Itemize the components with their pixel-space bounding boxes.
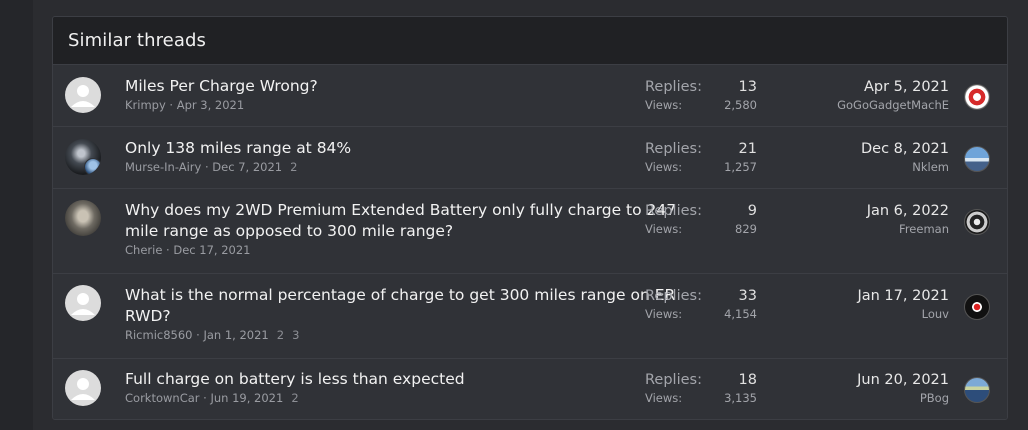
badge-avatar-icon: [84, 158, 101, 175]
thread-stats: Replies: 18 Views: 3,135: [645, 370, 757, 406]
thread-meta: Ricmic8560 · Jan 1, 2021 2 3: [125, 328, 300, 342]
last-post-user[interactable]: Nklem: [861, 159, 949, 175]
photo-avatar-icon[interactable]: [65, 200, 101, 236]
replies-count: 13: [738, 79, 757, 95]
replies-label: Replies:: [645, 79, 702, 95]
thread-title-link[interactable]: Miles Per Charge Wrong?: [125, 76, 707, 97]
car-photo-avatar-icon[interactable]: [964, 209, 990, 235]
views-count: 829: [735, 222, 757, 236]
thread-author[interactable]: Murse-In-Airy: [125, 160, 201, 174]
thread-start-date[interactable]: Dec 17, 2021: [173, 243, 250, 257]
thread-author[interactable]: Krimpy: [125, 98, 166, 112]
dark-logo-avatar-icon[interactable]: [964, 294, 990, 320]
thread-meta: CorktownCar · Jun 19, 2021 2: [125, 391, 299, 405]
thread-start-date[interactable]: Jun 19, 2021: [210, 391, 283, 405]
replies-count: 33: [738, 288, 757, 304]
page-link[interactable]: 2: [291, 391, 298, 405]
last-post-date[interactable]: Dec 8, 2021: [861, 139, 949, 159]
replies-label: Replies:: [645, 141, 702, 157]
thread-title-link[interactable]: Why does my 2WD Premium Extended Battery…: [125, 200, 707, 242]
last-post-user[interactable]: PBog: [857, 390, 949, 406]
photo-avatar-icon[interactable]: [65, 139, 101, 175]
last-post-user[interactable]: Freeman: [867, 221, 949, 237]
thread-author[interactable]: Cherie: [125, 243, 162, 257]
section-title: Similar threads: [53, 17, 1007, 65]
last-post-info: Jan 17, 2021 Louv: [857, 286, 949, 322]
replies-count: 9: [747, 203, 757, 219]
views-label: Views:: [645, 160, 683, 174]
views-count: 3,135: [724, 391, 757, 405]
similar-threads-block: Similar threads Miles Per Charge Wrong? …: [52, 16, 1008, 420]
replies-label: Replies:: [645, 372, 702, 388]
page-link[interactable]: 3: [292, 328, 299, 342]
views-label: Views:: [645, 391, 683, 405]
views-count: 4,154: [724, 307, 757, 321]
thread-author[interactable]: Ricmic8560: [125, 328, 193, 342]
earth-photo-avatar-icon[interactable]: [964, 377, 990, 403]
last-post-date[interactable]: Apr 5, 2021: [837, 77, 949, 97]
views-label: Views:: [645, 222, 683, 236]
default-avatar-icon[interactable]: [65, 370, 101, 406]
page-link[interactable]: 2: [290, 160, 297, 174]
thread-meta: Cherie · Dec 17, 2021: [125, 243, 251, 257]
thread-start-date[interactable]: Jan 1, 2021: [203, 328, 268, 342]
last-post-user[interactable]: Louv: [857, 306, 949, 322]
thread-title-link[interactable]: Only 138 miles range at 84%: [125, 138, 707, 159]
last-post-date[interactable]: Jun 20, 2021: [857, 370, 949, 390]
views-count: 1,257: [724, 160, 757, 174]
thread-meta: Krimpy · Apr 3, 2021: [125, 98, 245, 112]
page-link[interactable]: 2: [277, 328, 284, 342]
thread-title-link[interactable]: What is the normal percentage of charge …: [125, 285, 707, 327]
thread-meta: Murse-In-Airy · Dec 7, 2021 2: [125, 160, 298, 174]
views-label: Views:: [645, 98, 683, 112]
thread-row: Why does my 2WD Premium Extended Battery…: [53, 189, 1007, 274]
thread-row: What is the normal percentage of charge …: [53, 274, 1007, 359]
last-post-user[interactable]: GoGoGadgetMachE: [837, 97, 949, 113]
thread-start-date[interactable]: Apr 3, 2021: [177, 98, 244, 112]
last-post-info: Jun 20, 2021 PBog: [857, 370, 949, 406]
views-count: 2,580: [724, 98, 757, 112]
thread-row: Full charge on battery is less than expe…: [53, 359, 1007, 419]
thread-stats: Replies: 33 Views: 4,154: [645, 286, 757, 322]
replies-label: Replies:: [645, 288, 702, 304]
thread-start-date[interactable]: Dec 7, 2021: [212, 160, 282, 174]
last-post-info: Jan 6, 2022 Freeman: [867, 201, 949, 237]
last-post-date[interactable]: Jan 6, 2022: [867, 201, 949, 221]
replies-count: 18: [738, 372, 757, 388]
left-sidebar-strip: [0, 0, 33, 430]
last-post-date[interactable]: Jan 17, 2021: [857, 286, 949, 306]
replies-label: Replies:: [645, 203, 702, 219]
last-post-info: Apr 5, 2021 GoGoGadgetMachE: [837, 77, 949, 113]
thread-stats: Replies: 13 Views: 2,580: [645, 77, 757, 113]
thread-stats: Replies: 9 Views: 829: [645, 201, 757, 237]
thread-title-link[interactable]: Full charge on battery is less than expe…: [125, 369, 707, 390]
sky-photo-avatar-icon[interactable]: [964, 146, 990, 172]
thread-row: Miles Per Charge Wrong? Krimpy · Apr 3, …: [53, 65, 1007, 127]
thread-author[interactable]: CorktownCar: [125, 391, 200, 405]
thread-row: Only 138 miles range at 84% Murse-In-Air…: [53, 127, 1007, 189]
default-avatar-icon[interactable]: [65, 77, 101, 113]
views-label: Views:: [645, 307, 683, 321]
red-logo-avatar-icon[interactable]: [964, 84, 990, 110]
last-post-info: Dec 8, 2021 Nklem: [861, 139, 949, 175]
default-avatar-icon[interactable]: [65, 285, 101, 321]
replies-count: 21: [738, 141, 757, 157]
thread-stats: Replies: 21 Views: 1,257: [645, 139, 757, 175]
